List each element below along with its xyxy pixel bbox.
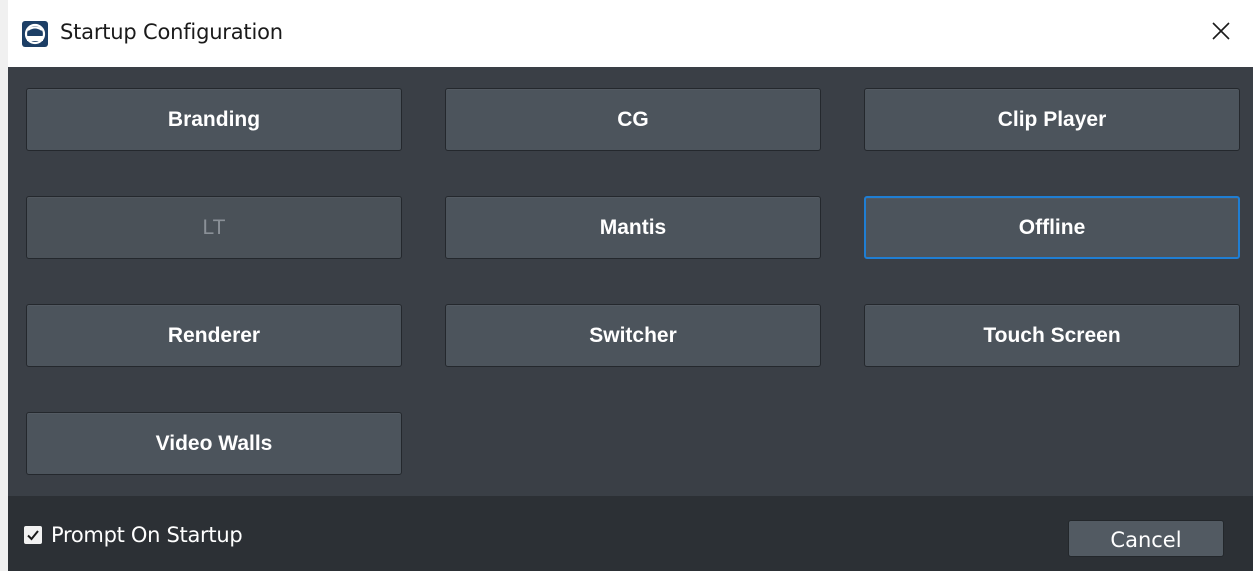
title-bar: ​ Startup Configuration [8, 0, 1253, 67]
switcher-button[interactable]: Switcher [445, 304, 821, 367]
cg-button[interactable]: CG [445, 88, 821, 151]
cancel-button[interactable]: Cancel [1068, 520, 1224, 557]
mode-button-grid: Branding CG Clip Player LT Mantis Offlin… [8, 67, 1253, 496]
close-button[interactable] [1189, 0, 1253, 67]
renderer-button[interactable]: Renderer [26, 304, 402, 367]
branding-button[interactable]: Branding [26, 88, 402, 151]
clip-player-button[interactable]: Clip Player [864, 88, 1240, 151]
lt-button[interactable]: LT [26, 196, 402, 259]
video-walls-button[interactable]: Video Walls [26, 412, 402, 475]
startup-configuration-dialog: ​ Startup Configuration Branding CG Clip… [8, 0, 1253, 571]
dialog-footer: Prompt On Startup Cancel [8, 496, 1253, 571]
checkbox-checked-icon[interactable] [24, 526, 42, 544]
offline-button[interactable]: Offline [864, 196, 1240, 259]
close-icon [1211, 21, 1231, 46]
prompt-on-startup-label: Prompt On Startup [51, 523, 243, 547]
mantis-button[interactable]: Mantis [445, 196, 821, 259]
app-logo-icon: ​ [22, 21, 48, 47]
touch-screen-button[interactable]: Touch Screen [864, 304, 1240, 367]
prompt-on-startup-checkbox[interactable]: Prompt On Startup [24, 523, 243, 547]
window-title: Startup Configuration [60, 20, 283, 44]
